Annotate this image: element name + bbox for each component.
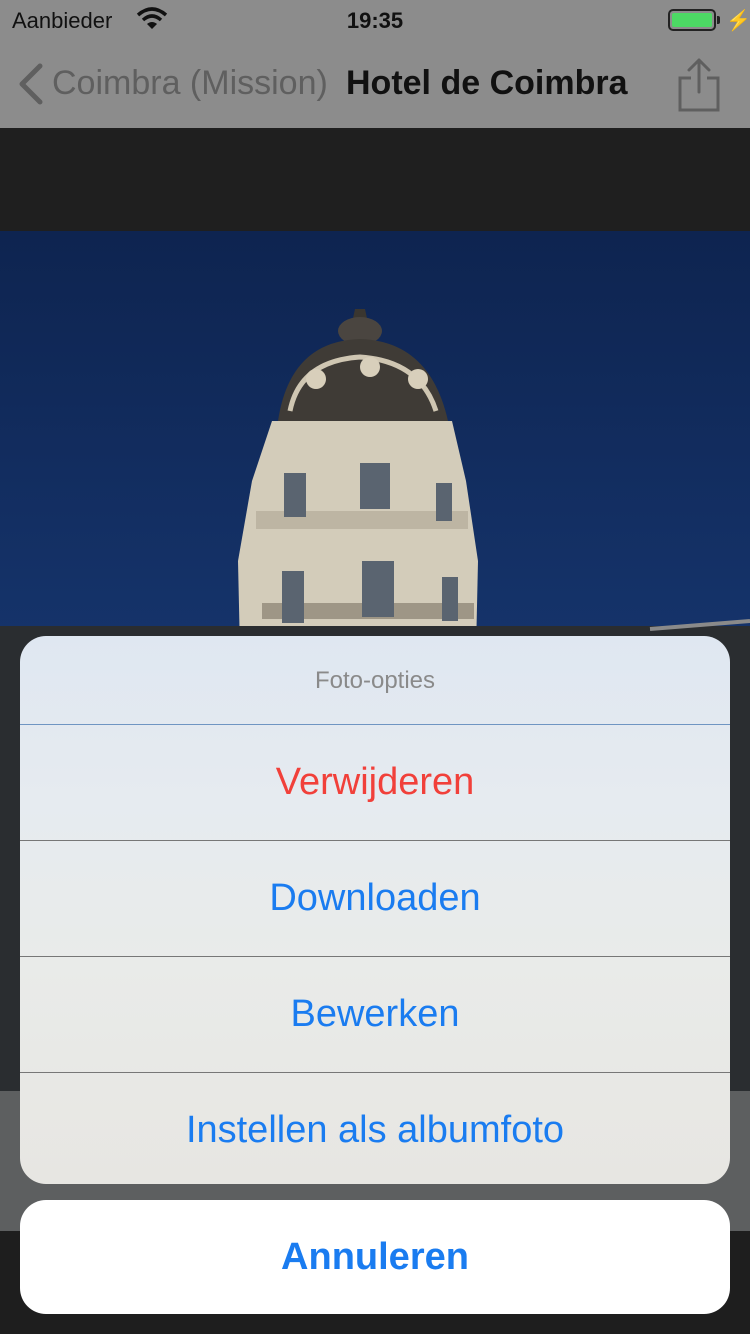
share-icon[interactable] — [676, 56, 722, 114]
navigation-bar: Coimbra (Mission) Hotel de Coimbra — [0, 40, 750, 128]
cancel-button[interactable]: Annuleren — [20, 1200, 730, 1314]
battery-icon — [668, 9, 716, 31]
delete-button[interactable]: Verwijderen — [20, 724, 730, 840]
back-button[interactable]: Coimbra (Mission) — [52, 64, 328, 103]
action-sheet: Foto-opties Verwijderen Downloaden Bewer… — [20, 636, 730, 1184]
chevron-left-icon[interactable] — [16, 62, 56, 106]
charging-icon: ⚡ — [726, 10, 750, 32]
battery-tip — [717, 16, 720, 24]
download-button[interactable]: Downloaden — [20, 840, 730, 956]
status-bar: Aanbieder 19:35 ⚡ — [0, 0, 750, 40]
action-sheet-title: Foto-opties — [314, 667, 436, 694]
set-album-cover-button[interactable]: Instellen als albumfoto — [20, 1072, 730, 1184]
photo-letterbox-top — [0, 128, 750, 231]
edit-button[interactable]: Bewerken — [20, 956, 730, 1072]
status-time: 19:35 — [346, 8, 404, 33]
page-title: Hotel de Coimbra — [346, 64, 628, 102]
